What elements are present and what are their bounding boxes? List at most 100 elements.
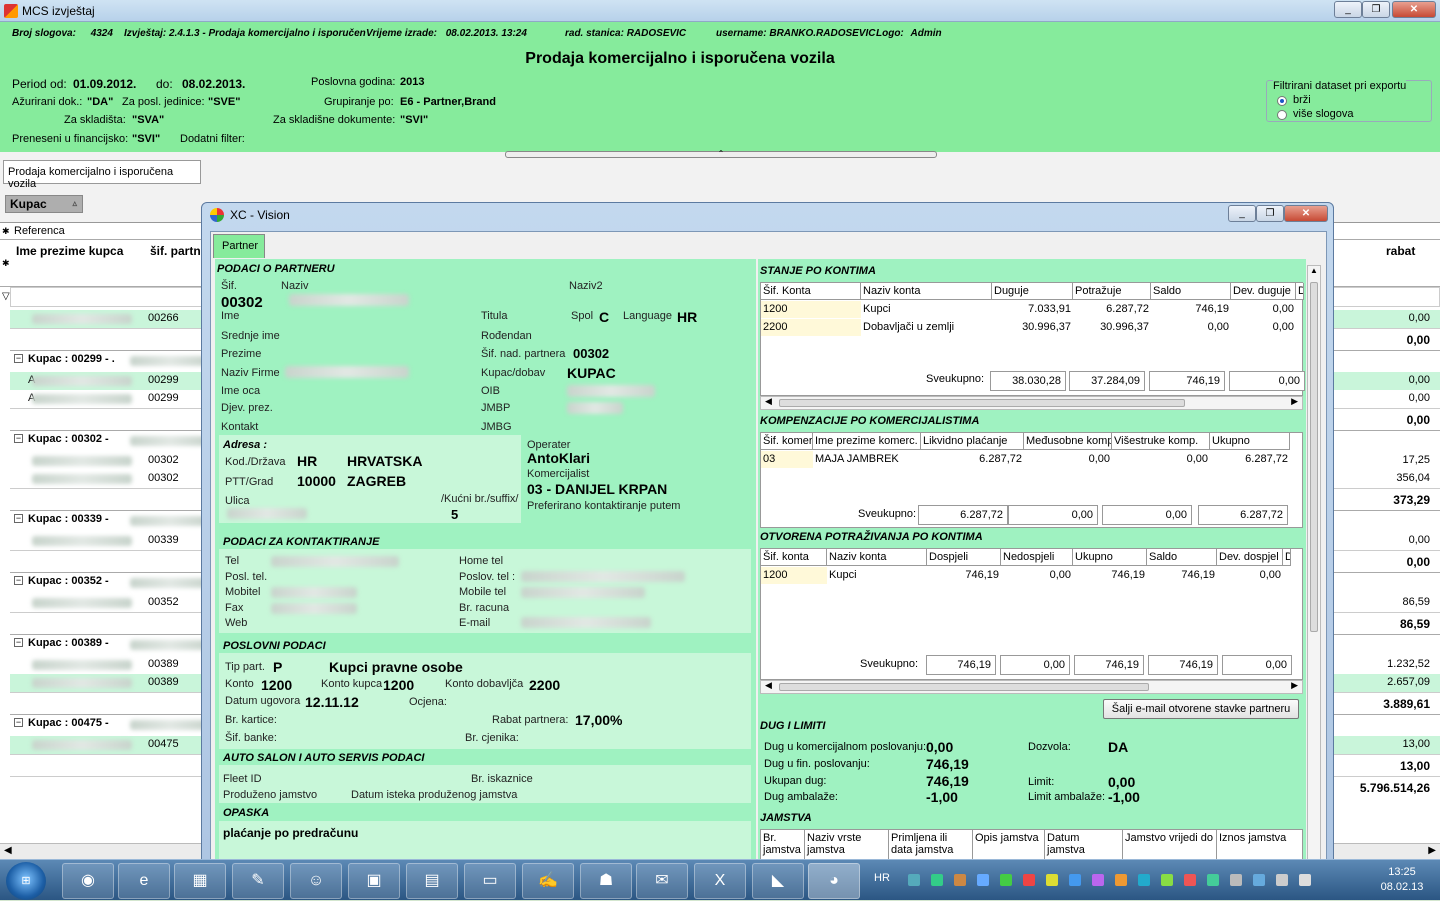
tray-icon[interactable] (1023, 874, 1035, 886)
table-cell[interactable]: MAJA JAMBREK (813, 451, 921, 468)
table-cell[interactable]: 7.033,91 (992, 301, 1073, 318)
header-collapse-handle[interactable]: ⌃ (505, 150, 937, 158)
stanje-scroll-thumb[interactable] (779, 399, 1185, 407)
tray-icon[interactable] (908, 874, 920, 886)
col-rabat[interactable]: rabat (1386, 244, 1415, 258)
tray-icon[interactable] (1046, 874, 1058, 886)
col-header[interactable]: Dospjeli (927, 549, 1001, 566)
otvorena-scrollbar[interactable]: ◀ ▶ (760, 680, 1303, 694)
table-cell[interactable]: 746,19 (1147, 567, 1217, 584)
tab-report[interactable]: Prodaja komercijalno i isporučena vozila (3, 160, 201, 190)
stanje-scroll-left-icon[interactable]: ◀ (765, 396, 772, 407)
dialog-close-button[interactable]: ✕ (1284, 205, 1328, 222)
close-button[interactable]: ✕ (1392, 1, 1436, 18)
col-header[interactable]: Dev. dospjel (1217, 549, 1283, 566)
collapse-icon[interactable]: − (14, 354, 23, 363)
dialog-vertical-scrollbar[interactable]: ▲ (1307, 265, 1321, 863)
table-cell[interactable]: 6.287,72 (1210, 451, 1290, 468)
scroll-left-icon[interactable]: ◀ (4, 845, 12, 856)
dialog-maximize-button[interactable]: ❐ (1256, 205, 1284, 222)
send-email-button[interactable]: Šalji e-mail otvorene stavke partneru (1103, 699, 1299, 719)
taskbar-book-icon[interactable]: ▤ (406, 863, 458, 899)
table-cell[interactable]: 1200 (761, 567, 827, 584)
taskbar-ie-icon[interactable]: e (118, 863, 170, 899)
col-header[interactable]: D (1283, 549, 1291, 566)
collapse-icon[interactable]: − (14, 514, 23, 523)
collapse-icon[interactable]: − (14, 434, 23, 443)
table-cell[interactable]: 1200 (761, 301, 861, 318)
taskbar-save-icon[interactable]: ▣ (348, 863, 400, 899)
tray-icon[interactable] (1207, 874, 1219, 886)
table-cell[interactable]: 30.996,37 (992, 319, 1073, 336)
taskbar-notes-icon[interactable]: ✍ (522, 863, 574, 899)
tray-icon[interactable] (1138, 874, 1150, 886)
minimize-button[interactable]: _ (1334, 1, 1362, 18)
tab-partner[interactable]: Partner (213, 234, 265, 258)
radio-vise-slogova-label[interactable]: više slogova (1293, 108, 1354, 120)
table-cell[interactable]: 30.996,37 (1073, 319, 1151, 336)
col-header[interactable]: Naziv konta (827, 549, 927, 566)
table-cell[interactable]: 746,19 (927, 567, 1001, 584)
col-header[interactable]: D (1296, 283, 1304, 300)
col-header[interactable]: Naziv konta (861, 283, 992, 300)
collapse-icon[interactable]: − (14, 576, 23, 585)
col-sif-partn[interactable]: šif. partn (150, 244, 201, 258)
tray-icon[interactable] (1230, 874, 1242, 886)
table-cell[interactable]: Kupci (861, 301, 992, 318)
table-cell[interactable]: Dobavljači u zemlji (861, 319, 992, 336)
taskbar-tools-icon[interactable]: ✎ (232, 863, 284, 899)
table-cell[interactable]: 0,00 (1217, 567, 1283, 584)
radio-brzi[interactable] (1277, 96, 1287, 106)
col-header[interactable]: Ukupno (1210, 433, 1290, 450)
scroll-right-icon[interactable]: ▶ (1428, 845, 1436, 856)
taskbar-xc-vision-icon[interactable]: ◕ (808, 863, 860, 899)
table-cell[interactable]: 746,19 (1151, 301, 1231, 318)
tray-icon[interactable] (1276, 874, 1288, 886)
dialog-scroll-up-icon[interactable]: ▲ (1310, 266, 1318, 275)
table-cell[interactable]: 6.287,72 (921, 451, 1024, 468)
col-header[interactable]: Šif. konta (761, 549, 827, 566)
tray-icon[interactable] (1253, 874, 1265, 886)
maximize-button[interactable]: ❐ (1362, 1, 1390, 18)
taskbar-mail-icon[interactable]: ✉ (636, 863, 688, 899)
tray-icon[interactable] (977, 874, 989, 886)
col-header[interactable]: Saldo (1147, 549, 1217, 566)
table-cell[interactable]: 746,19 (1073, 567, 1147, 584)
col-header[interactable]: Višestruke komp. (1112, 433, 1210, 450)
taskbar-user-icon[interactable]: ☺ (290, 863, 342, 899)
table-cell[interactable]: Kupci (827, 567, 927, 584)
radio-vise-slogova[interactable] (1277, 110, 1287, 120)
col-header[interactable]: Potražuje (1073, 283, 1151, 300)
table-cell[interactable]: 0,00 (1151, 319, 1231, 336)
table-cell[interactable]: 0,00 (1231, 319, 1296, 336)
col-header[interactable]: Šif. Konta (761, 283, 861, 300)
col-header[interactable]: Saldo (1151, 283, 1231, 300)
col-header[interactable]: Ime prezime komerc. (813, 433, 921, 450)
table-cell[interactable]: 0,00 (1001, 567, 1073, 584)
group-chip-kupac[interactable]: Kupac ▵ (5, 195, 83, 213)
tray-icon[interactable] (1069, 874, 1081, 886)
col-header[interactable]: Dev. duguje (1231, 283, 1296, 300)
taskbar-app-icon[interactable]: ▦ (174, 863, 226, 899)
col-header[interactable]: Šif. komer (761, 433, 813, 450)
filter-icon[interactable]: ▽ (2, 291, 10, 302)
table-cell[interactable]: 6.287,72 (1073, 301, 1151, 318)
tray-icon[interactable] (954, 874, 966, 886)
taskbar-helmet-icon[interactable]: ☗ (580, 863, 632, 899)
dialog-scroll-thumb[interactable] (1310, 282, 1318, 632)
col-header[interactable]: Duguje (992, 283, 1073, 300)
otv-scroll-right-icon[interactable]: ▶ (1291, 680, 1298, 691)
col-header[interactable]: Međusobne komp. (1024, 433, 1112, 450)
table-cell[interactable]: 03 (761, 451, 813, 468)
col-header[interactable]: Nedospjeli (1001, 549, 1073, 566)
stanje-scroll-right-icon[interactable]: ▶ (1291, 396, 1298, 407)
tray-icon[interactable] (1000, 874, 1012, 886)
table-cell[interactable]: 0,00 (1231, 301, 1296, 318)
table-cell[interactable]: 2200 (761, 319, 861, 336)
dialog-minimize-button[interactable]: _ (1228, 205, 1256, 222)
tray-icon[interactable] (1184, 874, 1196, 886)
col-header[interactable]: Likvidno plaćanje (921, 433, 1024, 450)
taskbar-chart-icon[interactable]: ◣ (752, 863, 804, 899)
otv-scroll-left-icon[interactable]: ◀ (765, 680, 772, 691)
tray-icon[interactable] (1299, 874, 1311, 886)
